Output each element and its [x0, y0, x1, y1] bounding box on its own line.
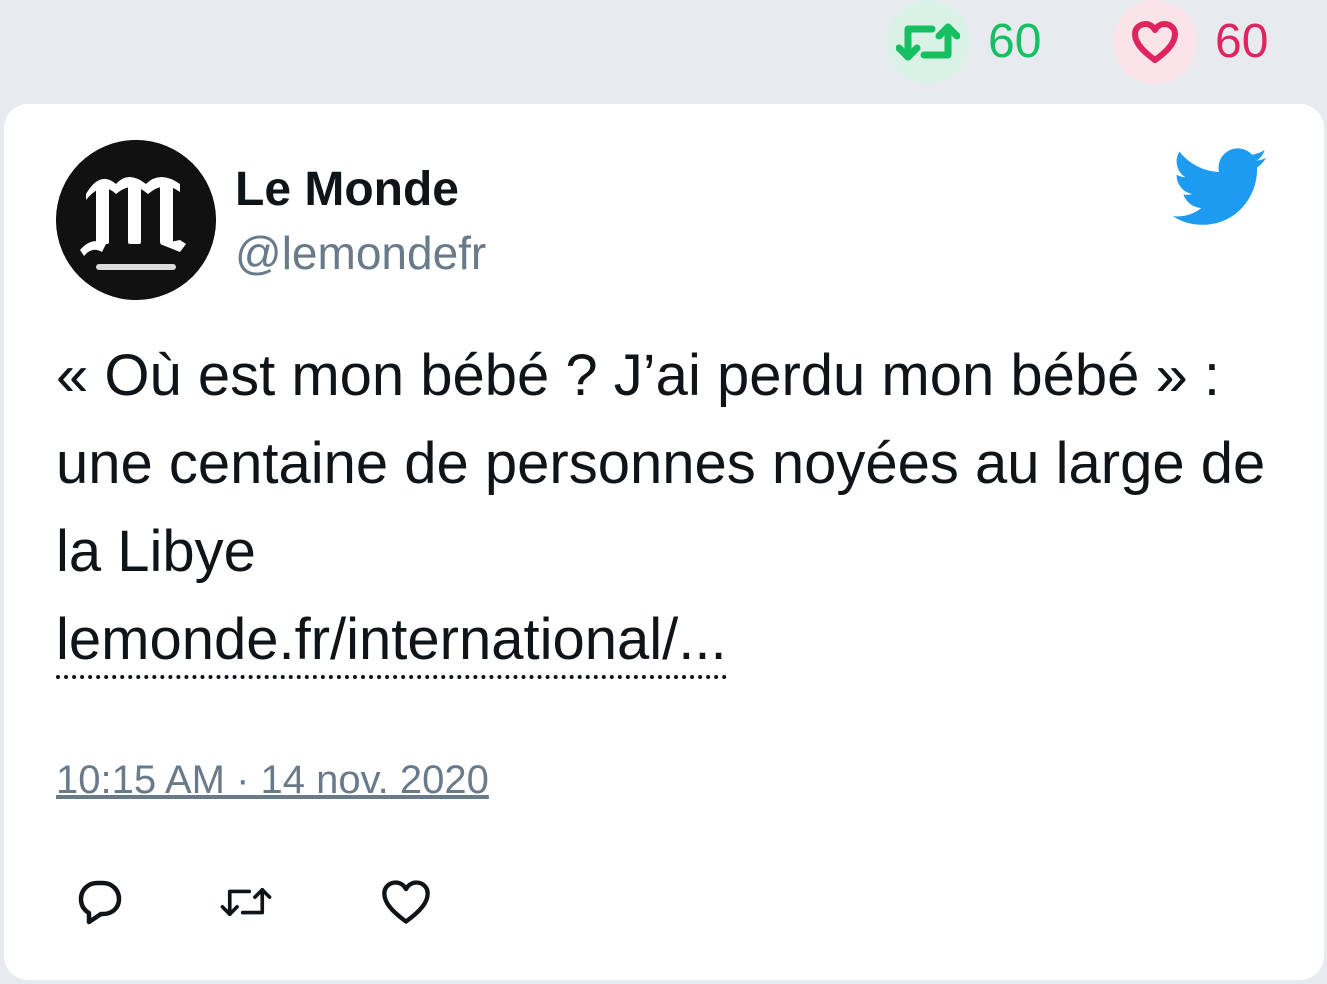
tweet-body: « Où est mon bébé ? J’ai perdu mon bébé …: [56, 343, 1266, 584]
avatar[interactable]: [56, 140, 216, 300]
like-button[interactable]: [380, 876, 432, 928]
retweet-icon[interactable]: [886, 0, 970, 84]
author-name[interactable]: Le Monde: [235, 166, 459, 214]
retweet-icon: [220, 887, 272, 917]
retweet-count: 60: [988, 15, 1042, 68]
heart-icon[interactable]: [1113, 0, 1197, 84]
tweet-timestamp[interactable]: 10:15 AM · 14 nov. 2020: [56, 760, 489, 800]
stats-bar: 60 60: [0, 0, 1327, 100]
author-handle[interactable]: @lemondefr: [235, 230, 486, 276]
like-count: 60: [1215, 15, 1269, 68]
tweet-text: « Où est mon bébé ? J’ai perdu mon bébé …: [56, 332, 1276, 684]
tweet-card: Le Monde @lemondefr « Où est mon bébé ? …: [4, 104, 1324, 980]
le-monde-logo: [56, 140, 216, 300]
reply-icon: [78, 880, 122, 925]
twitter-bird-icon[interactable]: [1172, 148, 1270, 228]
retweet-stat[interactable]: 60: [886, 0, 1041, 84]
retweet-button[interactable]: [220, 876, 272, 928]
like-stat[interactable]: 60: [1113, 0, 1268, 84]
reply-button[interactable]: [74, 876, 126, 928]
heart-icon: [382, 880, 430, 924]
tweet-link[interactable]: lemonde.fr/international/...: [56, 605, 727, 679]
